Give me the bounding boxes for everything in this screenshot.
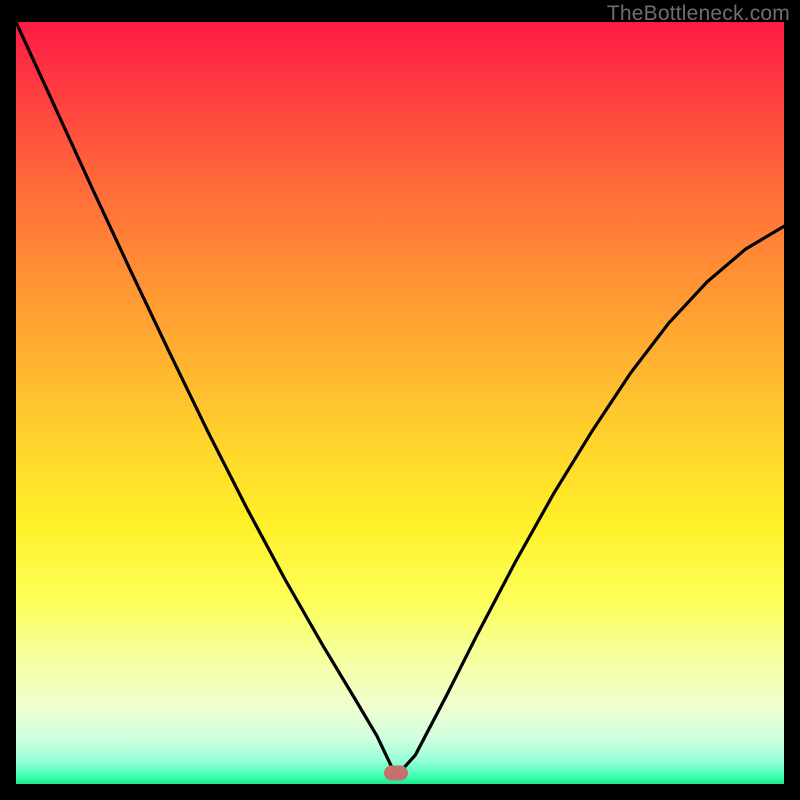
chart-frame (16, 22, 784, 784)
curve-svg (16, 22, 784, 784)
bottleneck-curve (16, 22, 784, 776)
min-marker (384, 765, 408, 780)
plot-area (16, 22, 784, 784)
